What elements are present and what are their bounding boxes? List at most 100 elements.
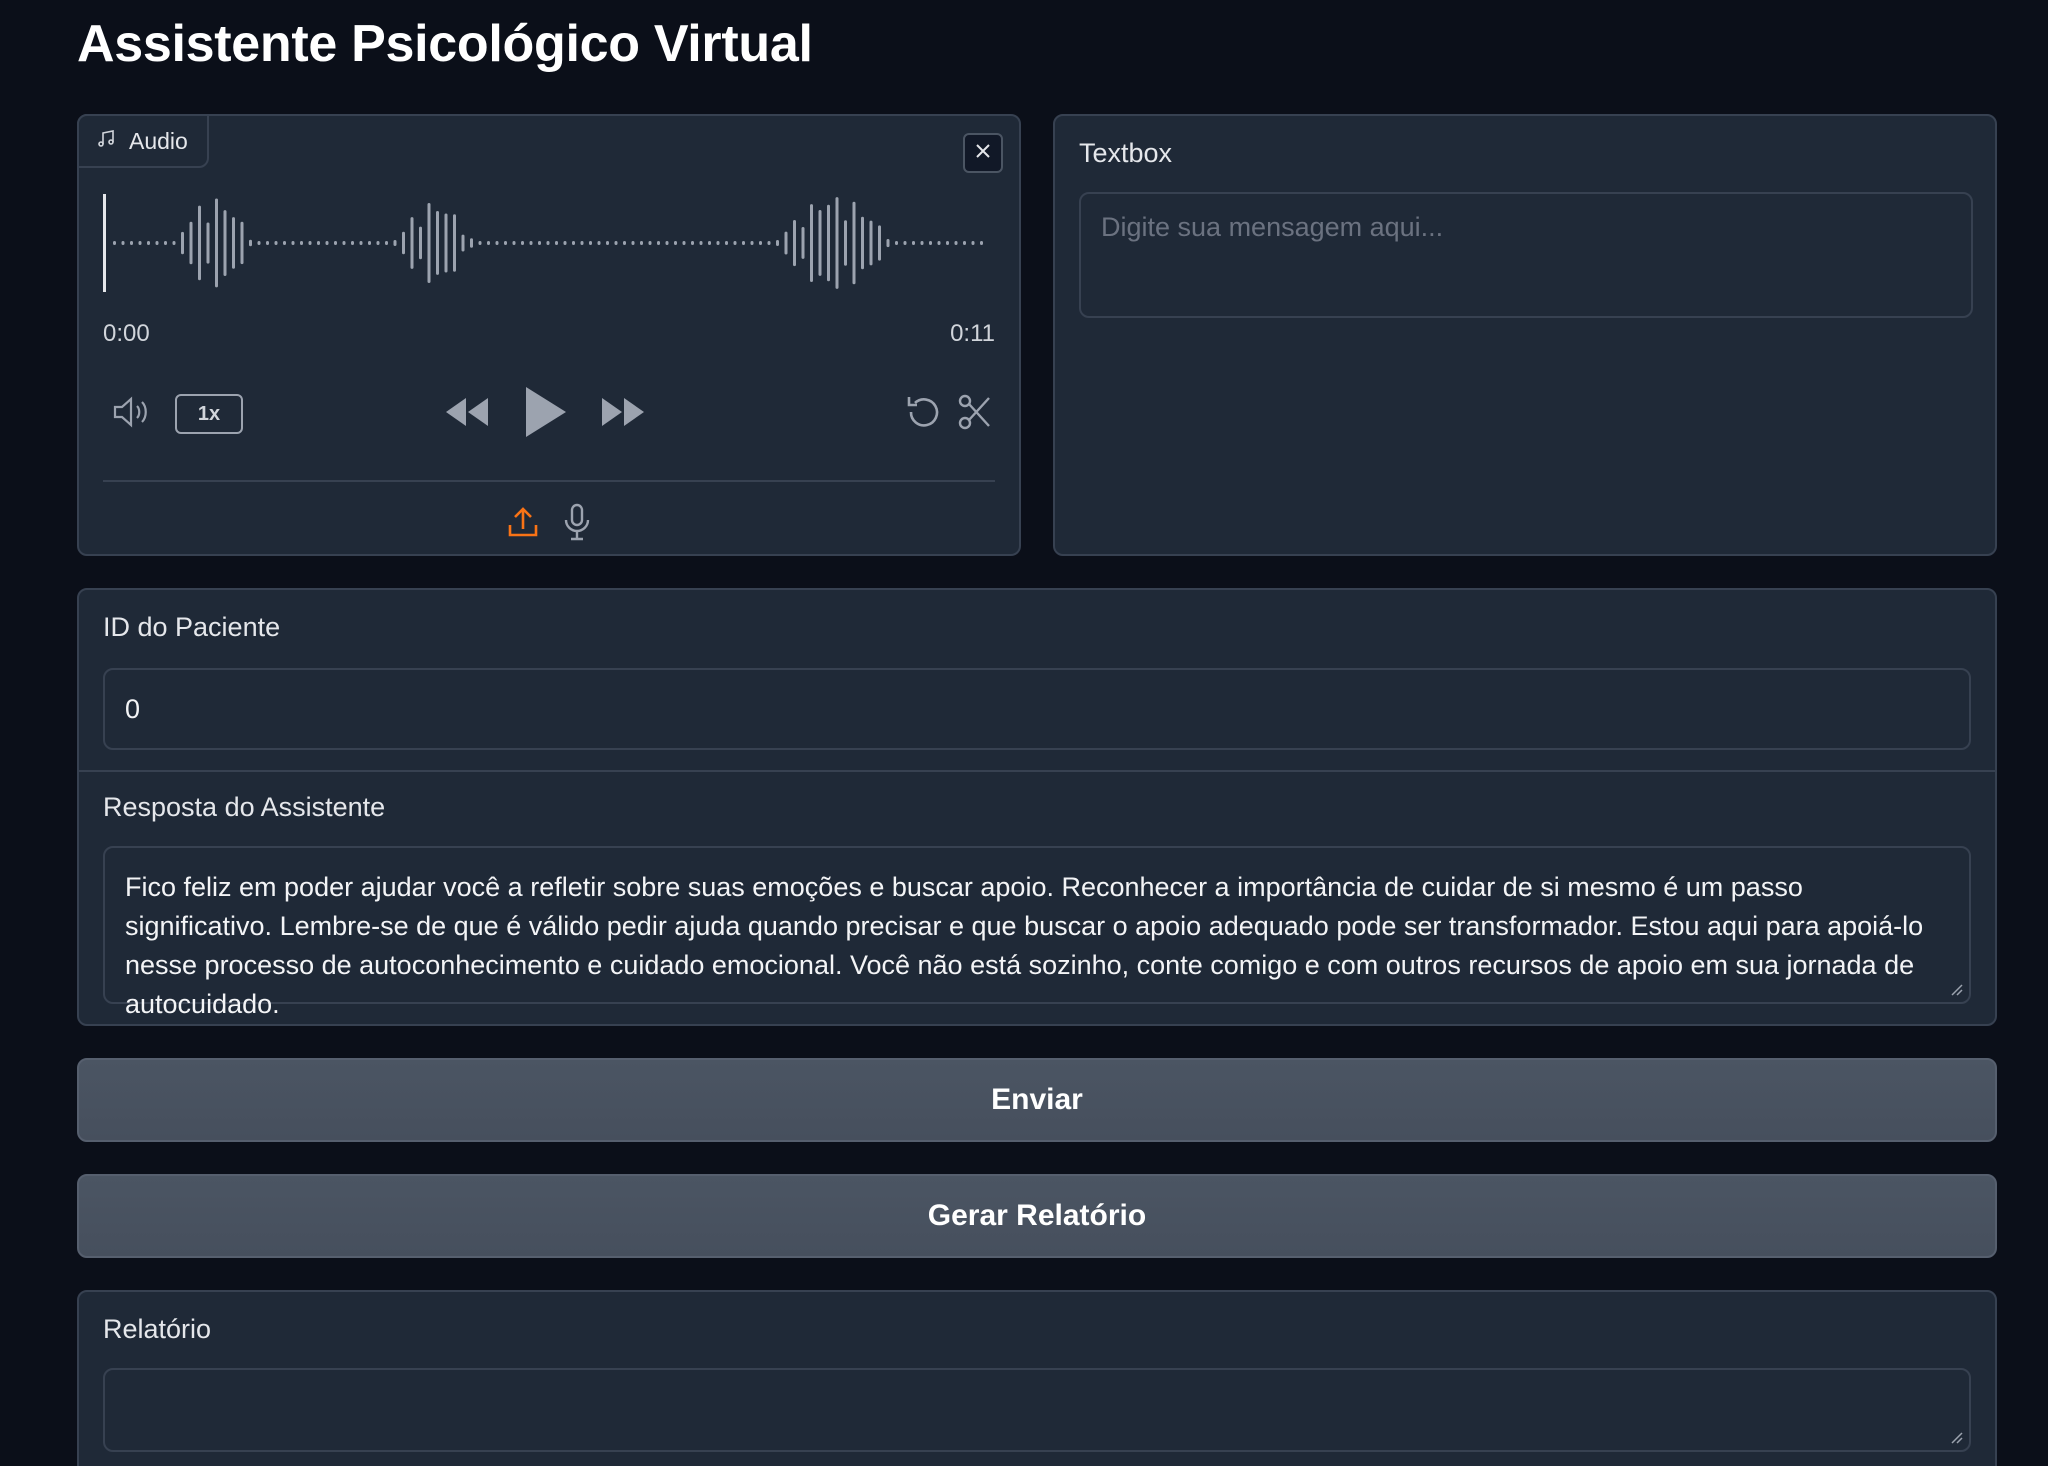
audio-label: Audio bbox=[129, 127, 188, 154]
waveform-bar bbox=[776, 240, 779, 246]
message-input[interactable] bbox=[1079, 192, 1973, 318]
app-root: Assistente Psicológico Virtual Audio 0:0… bbox=[0, 0, 2048, 1466]
waveform-bar bbox=[419, 226, 422, 260]
rewind-icon bbox=[444, 396, 490, 433]
waveform-bar bbox=[716, 241, 720, 245]
music-note-icon bbox=[97, 128, 117, 155]
microphone-icon bbox=[563, 503, 591, 546]
volume-button[interactable] bbox=[111, 394, 155, 434]
scissors-icon bbox=[957, 393, 993, 436]
waveform-bar bbox=[742, 241, 745, 245]
waveform-bar bbox=[614, 241, 618, 245]
waveform-bar bbox=[640, 241, 643, 245]
textbox-panel: Textbox bbox=[1053, 114, 1997, 556]
waveform-bar bbox=[980, 241, 983, 245]
resize-handle-icon[interactable] bbox=[1949, 1430, 1963, 1444]
waveform-bar bbox=[410, 217, 414, 269]
waveform-bar bbox=[385, 241, 388, 245]
waveform-bar bbox=[657, 241, 660, 245]
waveform-bar bbox=[580, 241, 584, 245]
report-output-textarea[interactable] bbox=[103, 1368, 1971, 1452]
waveform-bar bbox=[291, 241, 295, 245]
waveform-bar bbox=[436, 211, 439, 275]
waveform-bar bbox=[470, 238, 473, 248]
rewind-button[interactable] bbox=[443, 394, 491, 434]
waveform-bar bbox=[674, 241, 677, 245]
waveform-bar bbox=[623, 241, 626, 245]
waveform-bar bbox=[453, 214, 456, 272]
waveform-bar bbox=[699, 241, 703, 245]
waveform-bar bbox=[750, 241, 754, 245]
playback-rate-button[interactable]: 1x bbox=[175, 394, 243, 434]
waveform-bar bbox=[121, 241, 125, 245]
waveform-bar bbox=[691, 241, 694, 245]
waveform-bar bbox=[402, 231, 405, 255]
generate-report-button[interactable]: Gerar Relatório bbox=[77, 1174, 1997, 1258]
volume-icon bbox=[112, 395, 154, 434]
assistant-response-text: Fico feliz em poder ajudar você a reflet… bbox=[125, 872, 1924, 1019]
waveform-bar bbox=[878, 225, 881, 261]
waveform-bar bbox=[266, 241, 269, 245]
waveform-bar bbox=[572, 241, 575, 245]
clear-audio-button[interactable] bbox=[963, 133, 1003, 173]
waveform-bar bbox=[342, 241, 346, 245]
waveform-bar bbox=[963, 241, 966, 245]
waveform-bar bbox=[257, 241, 261, 245]
audio-source-selector bbox=[79, 500, 1019, 550]
playback-controls: 1x bbox=[103, 382, 995, 452]
waveform-bar bbox=[971, 241, 975, 245]
waveform-bar bbox=[512, 241, 516, 245]
waveform-bar bbox=[708, 241, 711, 245]
audio-panel: Audio 0:00 0:11 1x bbox=[77, 114, 1021, 556]
waveform-bar bbox=[444, 213, 448, 273]
waveform-bar bbox=[682, 241, 686, 245]
waveform-bar bbox=[869, 220, 873, 266]
assistant-response-textarea[interactable]: Fico feliz em poder ajudar você a reflet… bbox=[103, 846, 1971, 1019]
waveform-bar bbox=[810, 204, 813, 282]
trim-button[interactable] bbox=[953, 394, 997, 434]
waveform-bar bbox=[827, 204, 830, 282]
waveform-bar bbox=[606, 241, 609, 245]
waveform-bar bbox=[317, 241, 320, 245]
patient-response-panel: ID do Paciente Resposta do Assistente Fi… bbox=[77, 588, 1997, 1026]
waveform-bar bbox=[368, 241, 371, 245]
waveform-bar bbox=[895, 241, 898, 245]
play-button[interactable] bbox=[521, 386, 571, 442]
waveform-bar bbox=[784, 231, 788, 255]
microphone-source-button[interactable] bbox=[557, 503, 597, 546]
response-label: Resposta do Assistente bbox=[103, 792, 386, 822]
waveform-bar bbox=[181, 231, 184, 255]
waveform-bar bbox=[954, 241, 958, 245]
waveform-bar bbox=[852, 201, 856, 285]
audio-waveform[interactable] bbox=[103, 190, 993, 296]
waveform-bar bbox=[793, 220, 796, 267]
waveform-bar bbox=[206, 222, 210, 264]
send-button[interactable]: Enviar bbox=[77, 1058, 1997, 1142]
waveform-bar bbox=[818, 210, 822, 276]
waveform-bar bbox=[155, 241, 159, 245]
fast-forward-button[interactable] bbox=[599, 394, 647, 434]
waveform-bar bbox=[359, 241, 363, 245]
waveform-bar bbox=[946, 241, 949, 245]
waveform-bar bbox=[376, 241, 380, 245]
resize-handle-icon[interactable] bbox=[1949, 982, 1963, 996]
waveform-bar bbox=[461, 234, 465, 252]
waveform-bar bbox=[130, 241, 133, 245]
upload-source-button[interactable] bbox=[503, 504, 543, 544]
waveform-bar bbox=[325, 241, 329, 245]
waveform-bar bbox=[198, 205, 201, 281]
waveform-bar bbox=[283, 241, 286, 245]
waveform-bar bbox=[920, 241, 924, 245]
waveform-bar bbox=[929, 241, 932, 245]
waveform-bar bbox=[589, 241, 592, 245]
playhead[interactable] bbox=[103, 194, 106, 292]
waveform-bar bbox=[886, 239, 890, 248]
fast-forward-icon bbox=[600, 396, 646, 433]
waveform-bar bbox=[138, 241, 142, 245]
patient-id-input[interactable] bbox=[103, 668, 1971, 750]
waveform-bar bbox=[835, 197, 839, 289]
waveform-bar bbox=[546, 241, 550, 245]
report-panel: Relatório bbox=[77, 1290, 1997, 1466]
play-icon bbox=[524, 385, 568, 444]
undo-button[interactable] bbox=[901, 394, 945, 434]
